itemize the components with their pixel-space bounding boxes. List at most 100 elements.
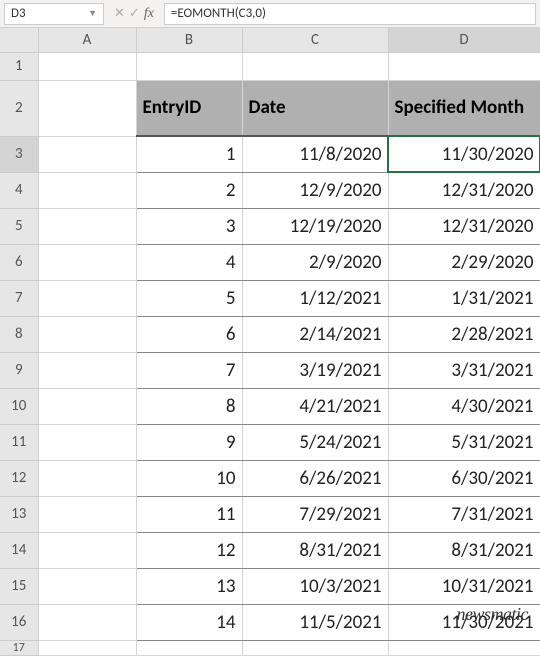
row-header-4[interactable]: 4: [0, 172, 38, 208]
cell-B14[interactable]: 12: [136, 532, 242, 568]
cell-B9[interactable]: 7: [136, 352, 242, 388]
cell-D13[interactable]: 7/31/2021: [388, 496, 540, 532]
cell-C15[interactable]: 10/3/2021: [242, 568, 388, 604]
cell-D1[interactable]: [388, 52, 540, 80]
row-header-14[interactable]: 14: [0, 532, 38, 568]
select-all-corner[interactable]: [0, 28, 38, 52]
cell-D15[interactable]: 10/31/2021: [388, 568, 540, 604]
spreadsheet-grid[interactable]: A B C D 12EntryIDDateSpecified Month3111…: [0, 28, 540, 656]
cell-B6[interactable]: 4: [136, 244, 242, 280]
cell-B4[interactable]: 2: [136, 172, 242, 208]
cell-D3[interactable]: 11/30/2020: [388, 136, 540, 172]
col-header-D[interactable]: D: [388, 28, 540, 52]
row-header-16[interactable]: 16: [0, 604, 38, 640]
cell-D7[interactable]: 1/31/2021: [388, 280, 540, 316]
cell-A15[interactable]: [38, 568, 136, 604]
cell-B7[interactable]: 5: [136, 280, 242, 316]
cell-D6[interactable]: 2/29/2020: [388, 244, 540, 280]
cell-A3[interactable]: [38, 136, 136, 172]
cell-B11[interactable]: 9: [136, 424, 242, 460]
cell-A7[interactable]: [38, 280, 136, 316]
row-header-5[interactable]: 5: [0, 208, 38, 244]
table-row: 12 106/26/20216/30/2021: [0, 460, 540, 496]
cell-C5[interactable]: 12/19/2020: [242, 208, 388, 244]
cell-C13[interactable]: 7/29/2021: [242, 496, 388, 532]
cell-A17[interactable]: [38, 640, 136, 655]
cell-C2[interactable]: Date: [242, 80, 388, 136]
cell-A5[interactable]: [38, 208, 136, 244]
row-header-17[interactable]: 17: [0, 640, 38, 655]
cell-C3[interactable]: 11/8/2020: [242, 136, 388, 172]
row-header-3[interactable]: 3: [0, 136, 38, 172]
row-header-9[interactable]: 9: [0, 352, 38, 388]
row-header-1[interactable]: 1: [0, 52, 38, 80]
cell-A11[interactable]: [38, 424, 136, 460]
col-header-A[interactable]: A: [38, 28, 136, 52]
cell-B3[interactable]: 1: [136, 136, 242, 172]
cell-D8[interactable]: 2/28/2021: [388, 316, 540, 352]
cell-B2[interactable]: EntryID: [136, 80, 242, 136]
cell-D5[interactable]: 12/31/2020: [388, 208, 540, 244]
cell-A6[interactable]: [38, 244, 136, 280]
col-header-C[interactable]: C: [242, 28, 388, 52]
cell-A14[interactable]: [38, 532, 136, 568]
col-header-B[interactable]: B: [136, 28, 242, 52]
fx-icon[interactable]: fx: [144, 6, 154, 22]
cell-C10[interactable]: 4/21/2021: [242, 388, 388, 424]
cell-C16[interactable]: 11/5/2021: [242, 604, 388, 640]
row-header-7[interactable]: 7: [0, 280, 38, 316]
chevron-down-icon[interactable]: ▼: [88, 8, 97, 19]
cell-B13[interactable]: 11: [136, 496, 242, 532]
cell-C8[interactable]: 2/14/2021: [242, 316, 388, 352]
row-header-11[interactable]: 11: [0, 424, 38, 460]
cell-B17[interactable]: [136, 640, 242, 655]
cell-A10[interactable]: [38, 388, 136, 424]
cell-B8[interactable]: 6: [136, 316, 242, 352]
cell-D10[interactable]: 4/30/2021: [388, 388, 540, 424]
formula-buttons: ✕ ✓ fx: [108, 6, 160, 22]
cell-A9[interactable]: [38, 352, 136, 388]
row-header-2[interactable]: 2: [0, 80, 38, 136]
cell-D4[interactable]: 12/31/2020: [388, 172, 540, 208]
name-box[interactable]: D3 ▼: [4, 3, 104, 25]
cell-B1[interactable]: [136, 52, 242, 80]
cell-C6[interactable]: 2/9/2020: [242, 244, 388, 280]
cell-B15[interactable]: 13: [136, 568, 242, 604]
cell-D2[interactable]: Specified Month: [388, 80, 540, 136]
cell-A4[interactable]: [38, 172, 136, 208]
row-header-8[interactable]: 8: [0, 316, 38, 352]
row-header-6[interactable]: 6: [0, 244, 38, 280]
cell-A12[interactable]: [38, 460, 136, 496]
row-header-10[interactable]: 10: [0, 388, 38, 424]
cell-A8[interactable]: [38, 316, 136, 352]
cell-A1[interactable]: [38, 52, 136, 80]
cancel-icon[interactable]: ✕: [114, 6, 125, 21]
cell-D9[interactable]: 3/31/2021: [388, 352, 540, 388]
row-header-12[interactable]: 12: [0, 460, 38, 496]
cell-D11[interactable]: 5/31/2021: [388, 424, 540, 460]
cell-D12[interactable]: 6/30/2021: [388, 460, 540, 496]
enter-icon[interactable]: ✓: [129, 6, 140, 21]
cell-C11[interactable]: 5/24/2021: [242, 424, 388, 460]
table-row: 9 73/19/20213/31/2021: [0, 352, 540, 388]
cell-C17[interactable]: [242, 640, 388, 655]
cell-B5[interactable]: 3: [136, 208, 242, 244]
cell-B12[interactable]: 10: [136, 460, 242, 496]
cell-A2[interactable]: [38, 80, 136, 136]
cell-A13[interactable]: [38, 496, 136, 532]
cell-C14[interactable]: 8/31/2021: [242, 532, 388, 568]
cell-C1[interactable]: [242, 52, 388, 80]
cell-B10[interactable]: 8: [136, 388, 242, 424]
formula-bar[interactable]: =EOMONTH(C3,0): [164, 3, 536, 25]
cell-D17[interactable]: [388, 640, 540, 655]
cell-C7[interactable]: 1/12/2021: [242, 280, 388, 316]
cell-D14[interactable]: 8/31/2021: [388, 532, 540, 568]
row-header-13[interactable]: 13: [0, 496, 38, 532]
row-header-15[interactable]: 15: [0, 568, 38, 604]
cell-C9[interactable]: 3/19/2021: [242, 352, 388, 388]
cell-C12[interactable]: 6/26/2021: [242, 460, 388, 496]
cell-A16[interactable]: [38, 604, 136, 640]
watermark: newsmatic: [457, 604, 529, 625]
cell-B16[interactable]: 14: [136, 604, 242, 640]
cell-C4[interactable]: 12/9/2020: [242, 172, 388, 208]
